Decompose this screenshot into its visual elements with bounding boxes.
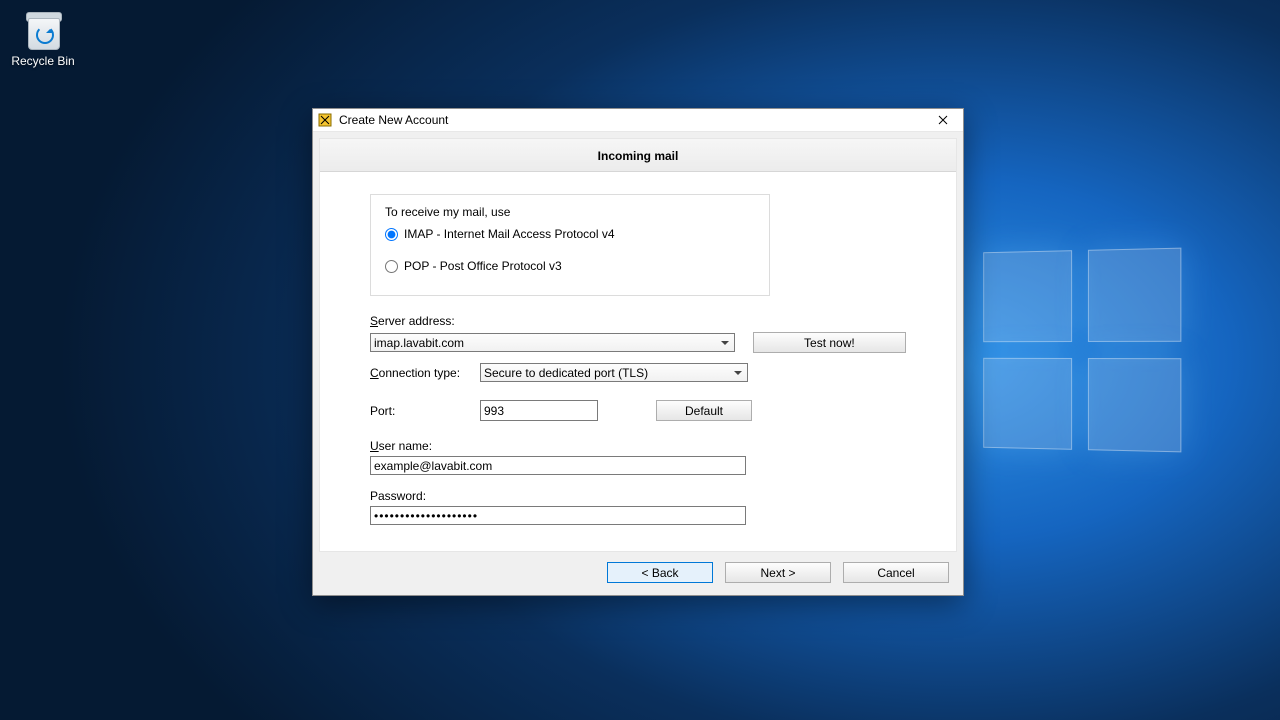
recycle-bin[interactable]: Recycle Bin (8, 8, 78, 68)
close-icon (938, 115, 948, 125)
server-address-label: Server address: (370, 314, 906, 328)
username-label: User name: (370, 439, 906, 453)
window-title: Create New Account (339, 113, 923, 127)
protocol-radio-imap[interactable]: IMAP - Internet Mail Access Protocol v4 (385, 227, 755, 241)
server-address-input[interactable] (370, 333, 735, 352)
titlebar[interactable]: Create New Account (313, 109, 963, 132)
test-now-button[interactable]: Test now! (753, 332, 906, 353)
password-input[interactable] (370, 506, 746, 525)
create-account-window: Create New Account Incoming mail To rece… (312, 108, 964, 596)
password-label: Password: (370, 489, 906, 503)
connection-type-select[interactable]: Secure to dedicated port (TLS) (480, 363, 748, 382)
cancel-button[interactable]: Cancel (843, 562, 949, 583)
username-input[interactable] (370, 456, 746, 475)
desktop: Recycle Bin Create New Account Incoming … (0, 0, 1280, 720)
windows-logo (983, 248, 1181, 453)
recycle-bin-icon (22, 8, 64, 50)
wizard-step-title: Incoming mail (320, 139, 956, 172)
connection-type-label: Connection type: (370, 366, 480, 380)
protocol-fieldset: To receive my mail, use IMAP - Internet … (370, 194, 770, 296)
close-button[interactable] (923, 109, 963, 131)
wizard-footer: < Back Next > Cancel (319, 552, 957, 587)
protocol-radio-imap-input[interactable] (385, 228, 398, 241)
protocol-legend: To receive my mail, use (385, 205, 755, 219)
protocol-radio-imap-label: IMAP - Internet Mail Access Protocol v4 (404, 227, 615, 241)
port-label: Port: (370, 404, 480, 418)
back-button[interactable]: < Back (607, 562, 713, 583)
recycle-bin-label: Recycle Bin (8, 54, 78, 68)
app-icon (317, 112, 333, 128)
protocol-radio-pop[interactable]: POP - Post Office Protocol v3 (385, 259, 755, 273)
port-input[interactable] (480, 400, 598, 421)
protocol-radio-pop-input[interactable] (385, 260, 398, 273)
protocol-radio-pop-label: POP - Post Office Protocol v3 (404, 259, 562, 273)
next-button[interactable]: Next > (725, 562, 831, 583)
port-default-button[interactable]: Default (656, 400, 752, 421)
